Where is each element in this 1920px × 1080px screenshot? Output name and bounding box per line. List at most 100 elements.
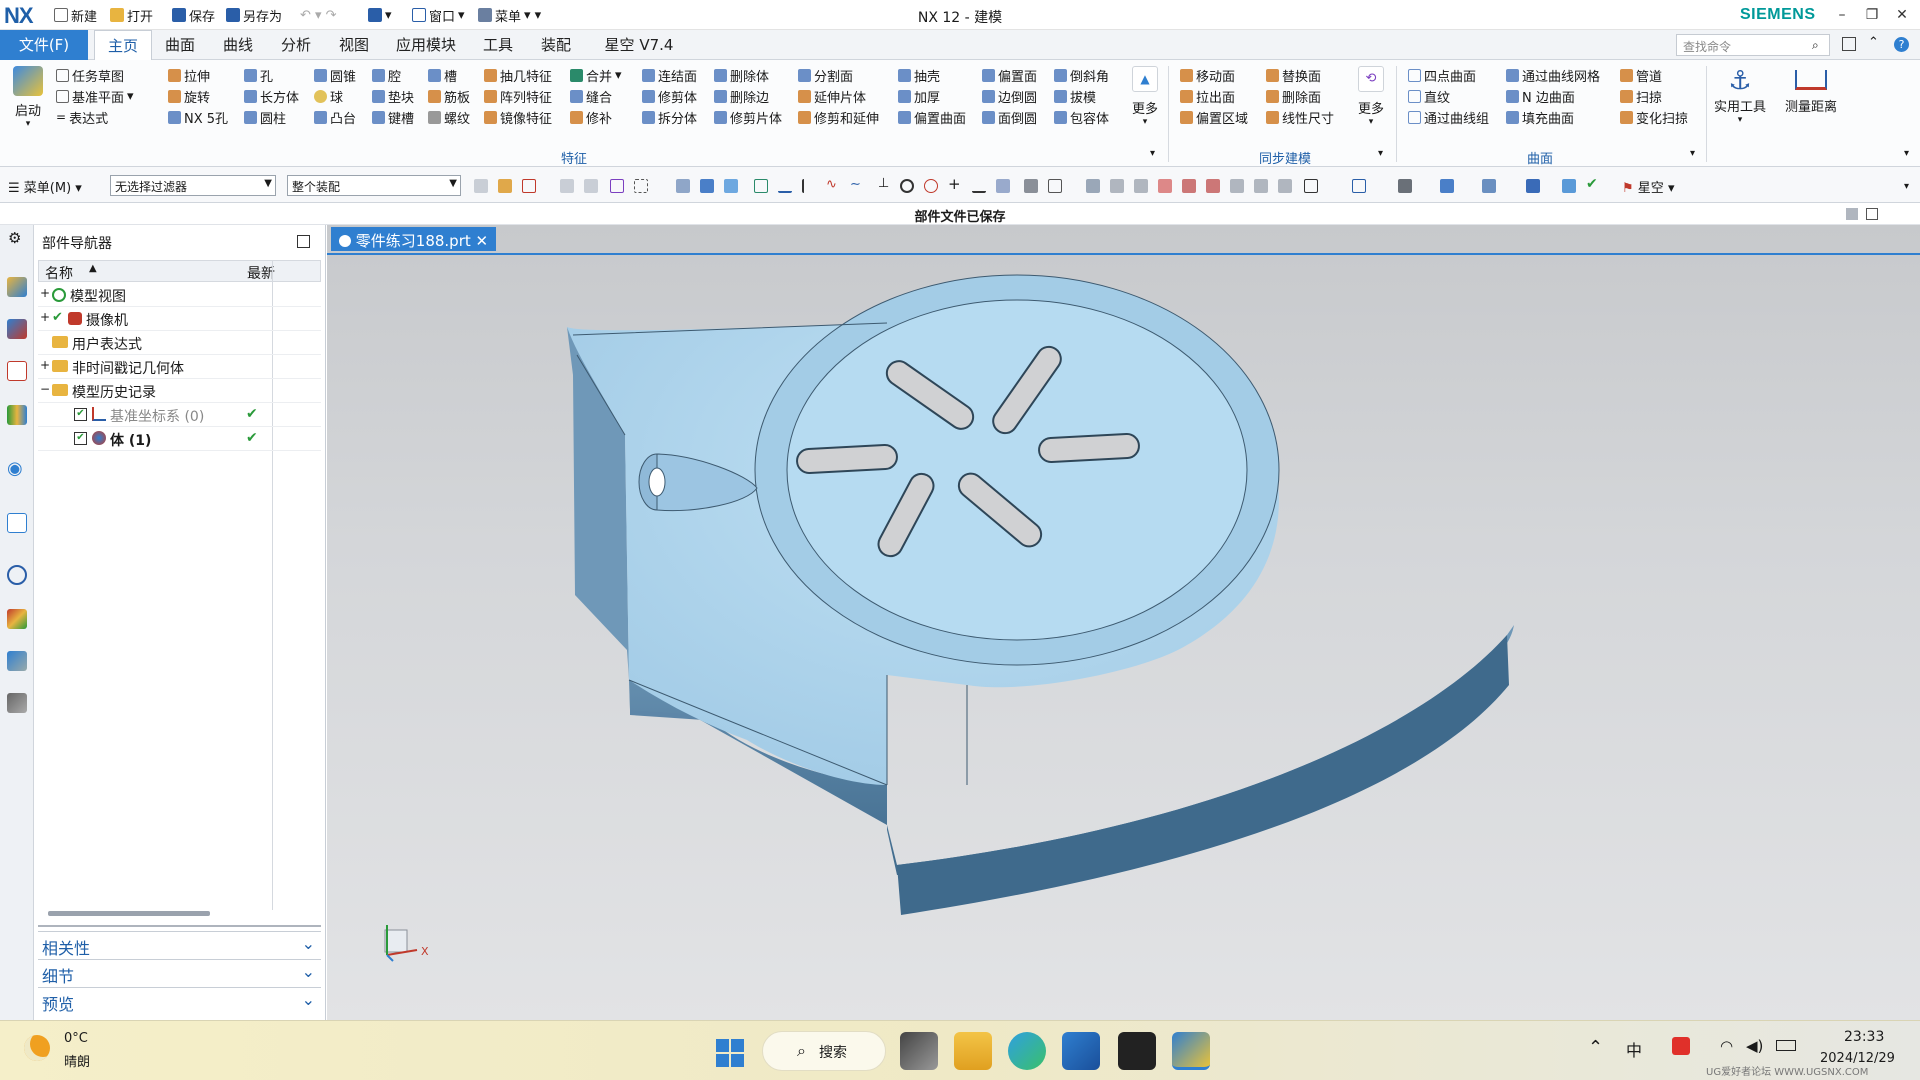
block-button[interactable]: 长方体 xyxy=(244,86,299,106)
delete-body-button[interactable]: 删除体 xyxy=(714,65,769,85)
tangent-icon[interactable] xyxy=(972,179,986,193)
tab-applications[interactable]: 应用模块 xyxy=(388,30,464,60)
column-name-header[interactable]: 名称 xyxy=(45,263,73,283)
render-style-icon[interactable] xyxy=(1398,179,1412,193)
volume-icon[interactable]: ◀) xyxy=(1746,1037,1763,1055)
start-menu-icon[interactable] xyxy=(716,1039,744,1067)
orient-icon[interactable] xyxy=(1134,179,1148,193)
tab-curve[interactable]: 曲线 xyxy=(214,30,262,60)
point-icon[interactable]: + xyxy=(948,175,962,193)
checkbox[interactable]: ✔ xyxy=(74,408,87,421)
sphere-button[interactable]: 球 xyxy=(314,86,343,106)
extrude-button[interactable]: 拉伸 xyxy=(168,65,210,85)
tab-analysis[interactable]: 分析 xyxy=(272,30,320,60)
view-icon[interactable] xyxy=(1024,179,1038,193)
spline-icon[interactable]: ∼ xyxy=(850,177,864,192)
help-icon[interactable]: ? xyxy=(1894,37,1909,52)
more-sync-button[interactable]: ⟲ 更多 ▾ xyxy=(1354,66,1388,127)
weather-desc[interactable]: 晴朗 xyxy=(64,1051,90,1070)
face-blend-button[interactable]: 面倒圆 xyxy=(982,107,1037,127)
start-button[interactable]: 启动 ▾ xyxy=(8,66,48,129)
trim-extend-button[interactable]: 修剪和延伸 xyxy=(798,107,879,127)
new-button[interactable]: 新建 xyxy=(54,6,97,25)
intersection-icon[interactable]: ⊥ xyxy=(878,176,892,191)
clock-time[interactable]: 23:33 xyxy=(1844,1029,1884,1045)
snap-point-icon[interactable] xyxy=(584,179,598,193)
n-sided-surface-button[interactable]: N 边曲面 xyxy=(1506,86,1575,106)
system-materials-icon[interactable] xyxy=(7,609,27,629)
offset-region-button[interactable]: 偏置区域 xyxy=(1180,107,1248,127)
xingkong-menu[interactable]: ⚑ 星空 ▾ xyxy=(1622,177,1674,196)
tube-button[interactable]: 管道 xyxy=(1620,65,1662,85)
collapse-ribbon-icon[interactable]: ⌃ xyxy=(1868,35,1879,50)
through-curve-mesh-button[interactable]: 通过曲线网格 xyxy=(1506,65,1600,85)
filter-icon[interactable] xyxy=(474,179,488,193)
solid-body-icon[interactable] xyxy=(676,179,690,193)
window-menu[interactable]: 窗口 ▾ xyxy=(412,6,465,25)
unite-button[interactable]: 合并 ▾ xyxy=(570,65,622,85)
frame-icon[interactable] xyxy=(1304,179,1318,193)
part-model-3d[interactable] xyxy=(327,225,1920,1020)
swept-button[interactable]: 扫掠 xyxy=(1620,86,1662,106)
groove-button[interactable]: 槽 xyxy=(428,65,457,85)
tree-row-model-history[interactable]: − 模型历史记录 xyxy=(38,379,321,403)
save-dropdown-icon[interactable]: ▾ xyxy=(368,6,392,24)
snap-icon[interactable] xyxy=(560,179,574,193)
roles-icon[interactable] xyxy=(7,693,27,713)
ribbon-options-icon[interactable]: ▾ xyxy=(1904,148,1909,159)
table-icon[interactable] xyxy=(1352,179,1366,193)
pocket-button[interactable]: 腔 xyxy=(372,65,401,85)
more-features-button[interactable]: ▲ 更多 ▾ xyxy=(1128,66,1162,127)
four-point-surface-button[interactable]: 四点曲面 xyxy=(1408,65,1476,85)
offset-face-button[interactable]: 偏置面 xyxy=(982,65,1037,85)
polyline-icon[interactable]: ∿ xyxy=(826,177,840,192)
slot-button[interactable]: 键槽 xyxy=(372,107,414,127)
pad-button[interactable]: 垫块 xyxy=(372,86,414,106)
save-button[interactable]: 保存 xyxy=(172,6,215,25)
layer-icon[interactable] xyxy=(1086,179,1100,193)
undo-redo-icon[interactable]: ↶ ▾ ↷ xyxy=(300,6,337,24)
expression-button[interactable]: = 表达式 xyxy=(56,107,108,127)
tree-row-user-expressions[interactable]: 用户表达式 xyxy=(38,331,321,355)
angle-icon[interactable] xyxy=(1206,179,1220,193)
book-icon[interactable] xyxy=(1048,179,1062,193)
join-face-button[interactable]: 连结面 xyxy=(642,65,697,85)
expand-icon[interactable]: + xyxy=(40,358,50,372)
sash[interactable] xyxy=(38,925,321,927)
grid-icon[interactable] xyxy=(754,179,768,193)
fill-surface-button[interactable]: 填充曲面 xyxy=(1506,107,1574,127)
linear-dimension-button[interactable]: 线性尺寸 xyxy=(1266,107,1334,127)
sync-group-dropdown-icon[interactable]: ▾ xyxy=(1378,148,1383,159)
store-icon[interactable] xyxy=(1062,1032,1100,1070)
assembly-navigator-icon[interactable] xyxy=(7,277,27,297)
chamfer-button[interactable]: 倒斜角 xyxy=(1054,65,1109,85)
selection-scope-select[interactable]: 整个装配 ▼ xyxy=(287,175,461,196)
trim-sheet-button[interactable]: 修剪片体 xyxy=(714,107,782,127)
divide-face-button[interactable]: 分割面 xyxy=(798,65,853,85)
window-layout-icon[interactable] xyxy=(1842,37,1856,51)
battery-icon[interactable] xyxy=(1776,1040,1796,1051)
tab-surface[interactable]: 曲面 xyxy=(156,30,204,60)
command-search-input[interactable]: 查找命令 xyxy=(1676,34,1830,56)
lasso-icon[interactable] xyxy=(610,179,624,193)
sew-button[interactable]: 缝合 xyxy=(570,86,612,106)
measure-distance-button[interactable]: 测量距离 xyxy=(1778,66,1844,115)
wifi-icon[interactable]: ◠ xyxy=(1720,1037,1733,1055)
view-orient-icon[interactable] xyxy=(1482,179,1496,193)
scale-icon[interactable] xyxy=(1278,179,1292,193)
restore-button[interactable]: ❐ xyxy=(1858,4,1886,26)
tree-row-unused-items[interactable]: + 非时间戳记几何体 xyxy=(38,355,321,379)
marquee-icon[interactable] xyxy=(634,179,648,193)
edge-browser-icon[interactable] xyxy=(1008,1032,1046,1070)
expand-icon[interactable]: + xyxy=(40,286,50,300)
nx5-hole-button[interactable]: NX 5孔 xyxy=(168,107,228,127)
move-face-button[interactable]: 移动面 xyxy=(1180,65,1235,85)
boss-button[interactable]: 凸台 xyxy=(314,107,356,127)
surface-group-dropdown-icon[interactable]: ▾ xyxy=(1690,148,1695,159)
split-icon[interactable] xyxy=(1230,179,1244,193)
collapse-icon[interactable]: − xyxy=(40,382,50,396)
part-navigator-icon[interactable] xyxy=(7,361,27,381)
close-button[interactable]: ✕ xyxy=(1888,4,1916,26)
tab-xingkong[interactable]: 星空 V7.4 xyxy=(592,30,686,60)
thicken-button[interactable]: 加厚 xyxy=(898,86,940,106)
